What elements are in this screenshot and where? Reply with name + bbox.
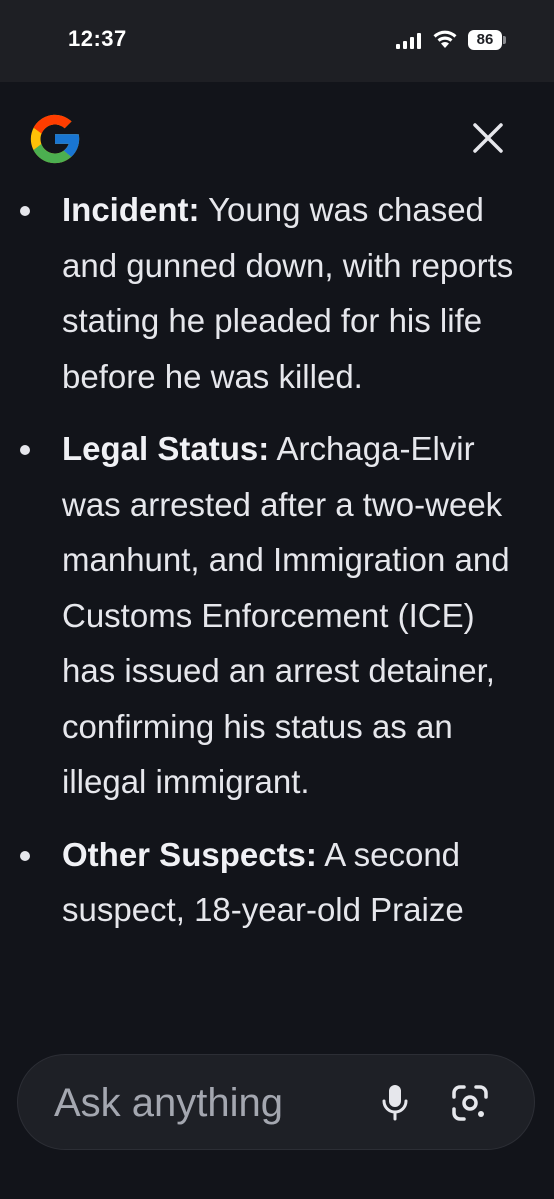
list-item: Incident: Young was chased and gunned do… <box>0 182 554 404</box>
list-item-label: Incident: <box>62 191 200 228</box>
close-icon[interactable] <box>470 120 506 156</box>
wifi-icon <box>433 30 457 48</box>
list-item: Legal Status: Archaga-Elvir was arrested… <box>0 421 554 810</box>
ask-input-bar[interactable]: Ask anything <box>17 1054 535 1150</box>
google-g-logo-icon <box>30 114 80 164</box>
answer-content: Incident: Young was chased and gunned do… <box>0 180 554 1040</box>
bullet-dot <box>20 445 30 455</box>
list-item: Other Suspects: A second suspect, 18-yea… <box>0 827 554 938</box>
battery-nub <box>503 36 506 44</box>
content-fade <box>0 1000 554 1040</box>
cellular-signal-icon <box>396 33 421 49</box>
bullet-dot <box>20 206 30 216</box>
camera-lens-icon[interactable] <box>450 1083 490 1123</box>
ask-input-placeholder[interactable]: Ask anything <box>54 1079 283 1127</box>
microphone-icon[interactable] <box>380 1083 410 1123</box>
status-bar: 12:37 86 <box>0 0 554 82</box>
bullet-dot <box>20 850 30 861</box>
list-item-label: Other Suspects: <box>62 835 317 873</box>
status-time: 12:37 <box>68 26 127 51</box>
list-item-text: Archaga-Elvir was arrested after a two-w… <box>62 430 510 800</box>
list-item-label: Legal Status: <box>62 430 270 467</box>
battery-indicator: 86 <box>468 30 502 50</box>
